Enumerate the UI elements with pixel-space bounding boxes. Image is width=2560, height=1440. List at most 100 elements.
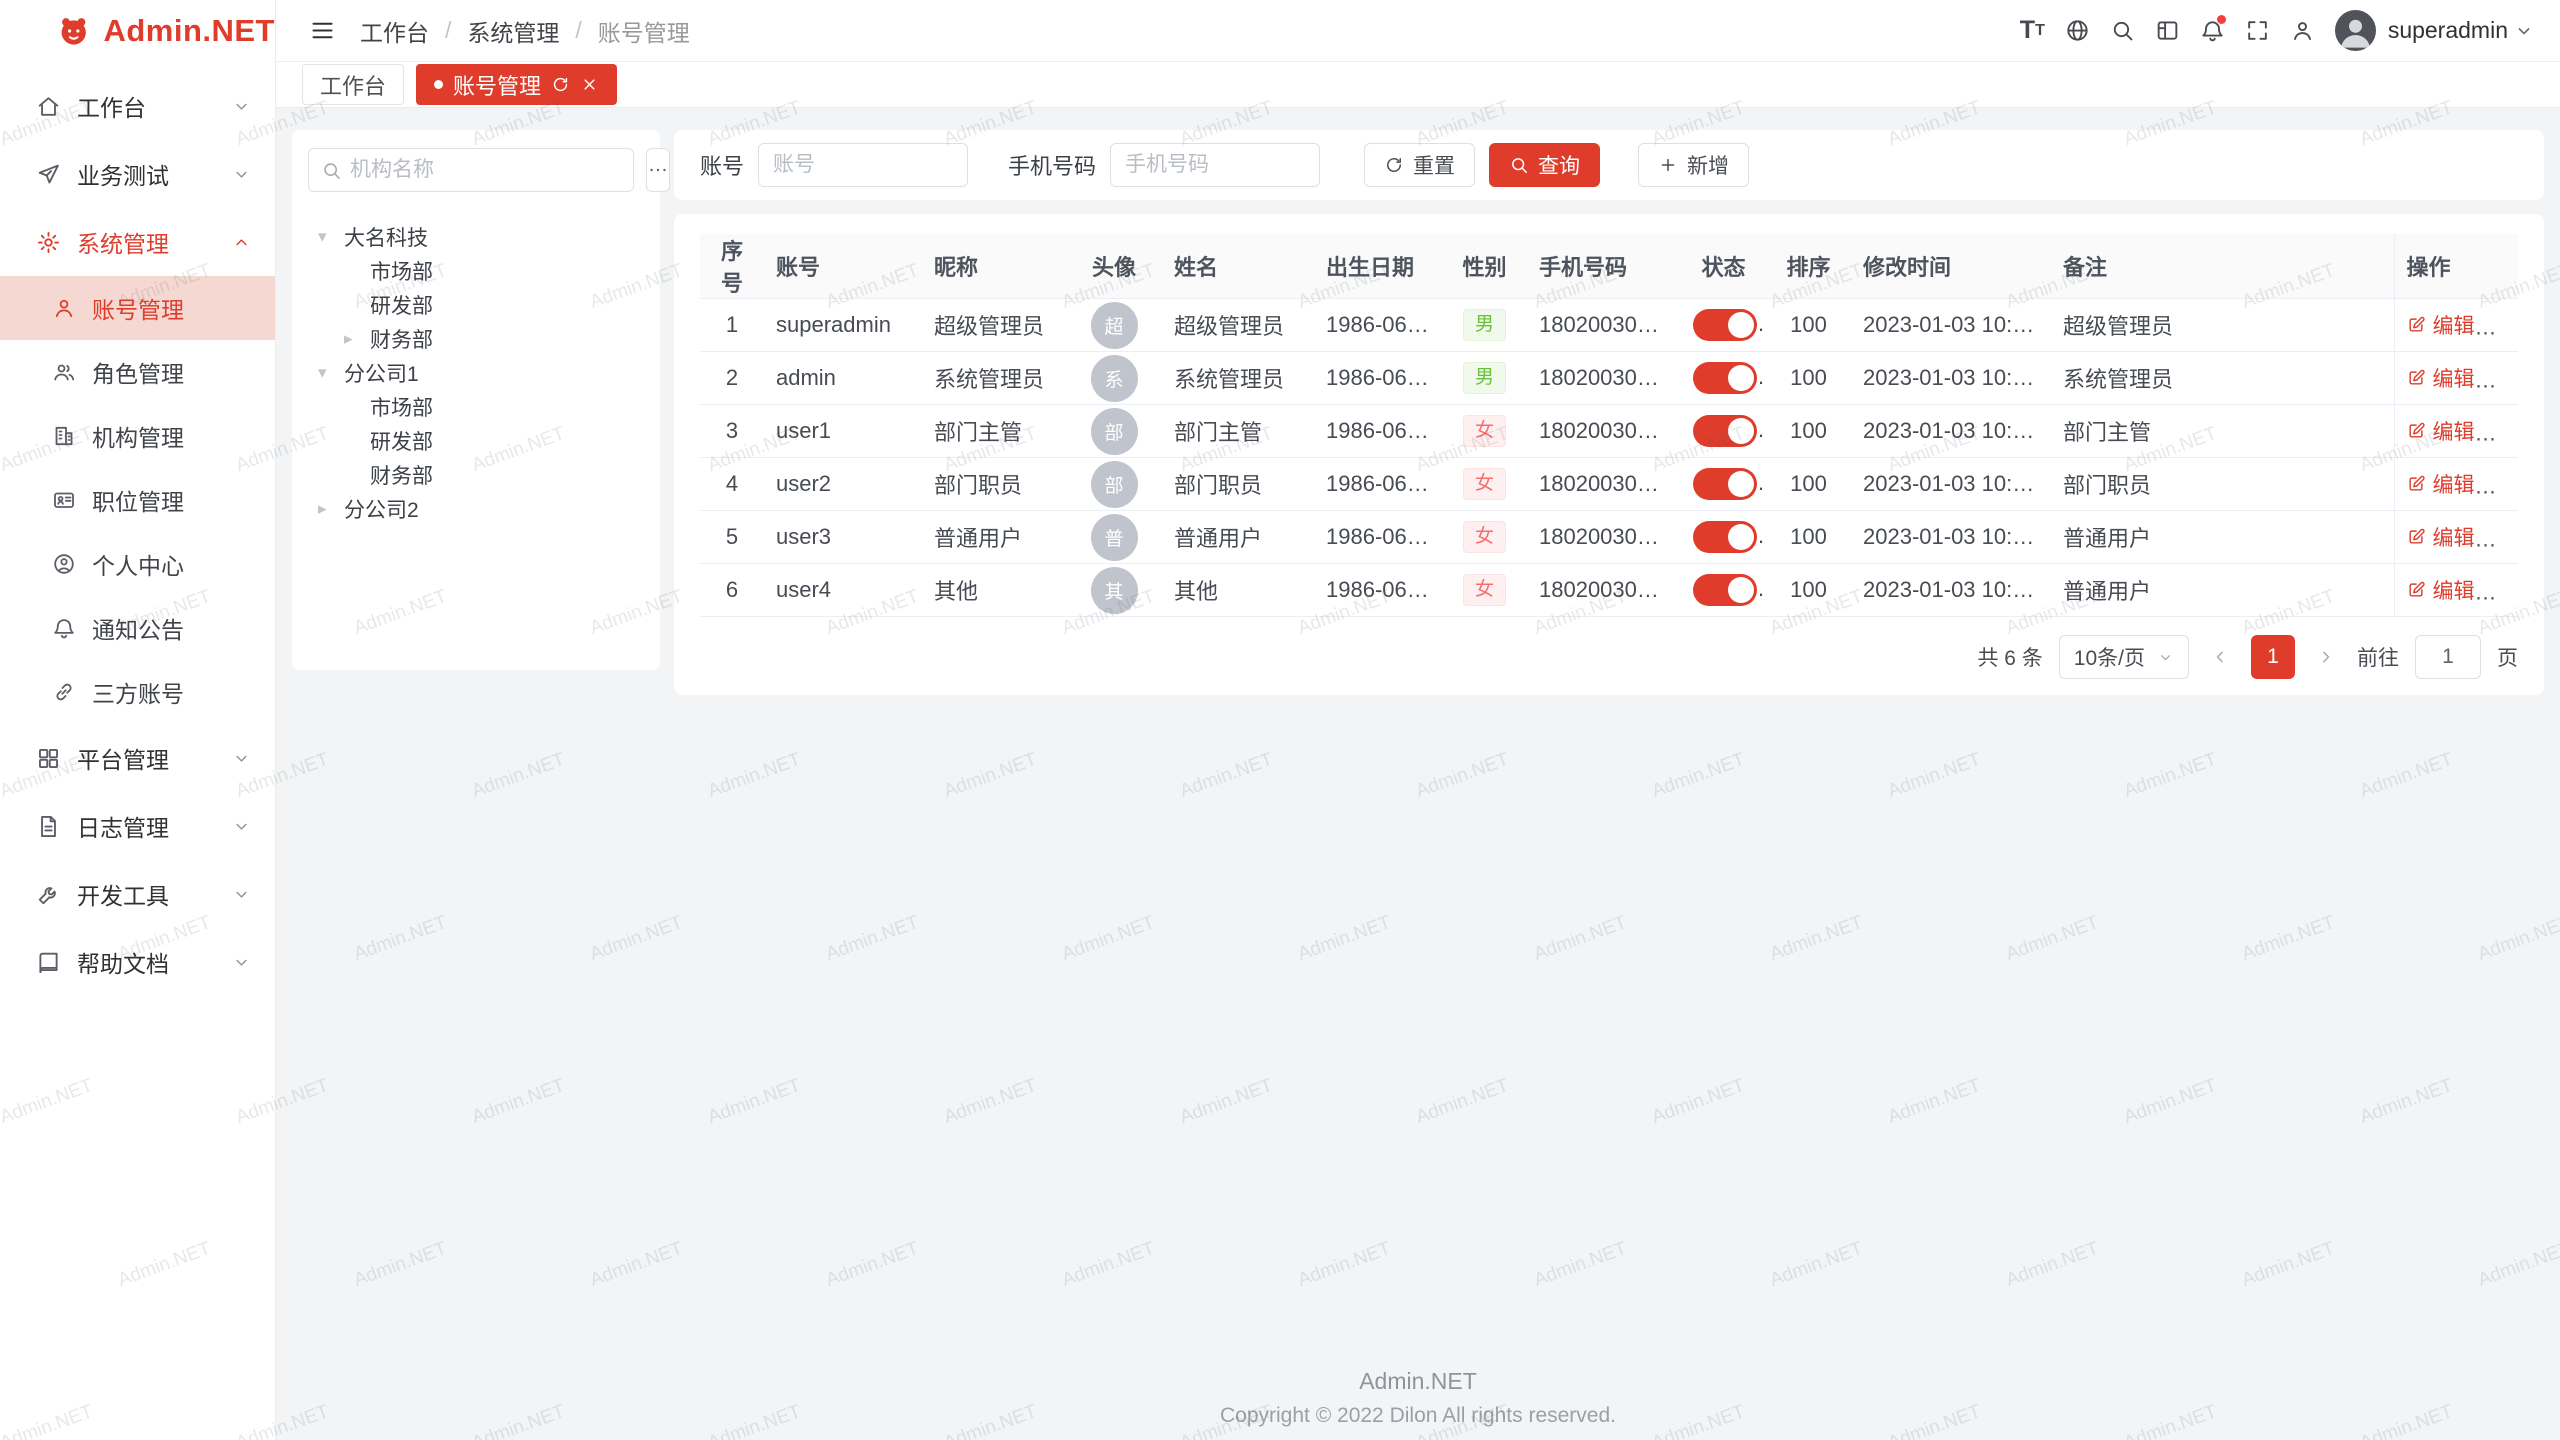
cell-modified: 2023-01-03 10:59:44: [1851, 458, 2051, 511]
submenu: 账号管理角色管理机构管理职位管理个人中心通知公告三方账号: [0, 276, 275, 724]
edit-button[interactable]: 编辑: [2407, 310, 2475, 340]
cell-name: 普通用户: [1162, 511, 1314, 564]
caret-right-icon[interactable]: ▸: [318, 499, 344, 519]
breadcrumb-separator: /: [575, 17, 581, 44]
edit-button[interactable]: 编辑: [2407, 416, 2475, 446]
edit-button[interactable]: 编辑: [2407, 522, 2475, 552]
refresh-icon[interactable]: [551, 75, 570, 94]
cell-name: 部门职员: [1162, 458, 1314, 511]
tree-node[interactable]: 市场部: [308, 390, 644, 424]
cell-actions: 编辑: [2394, 458, 2518, 511]
sidebar-item-personal-center[interactable]: 个人中心: [0, 532, 275, 596]
cell-account: user2: [764, 458, 922, 511]
edit-button[interactable]: 编辑: [2407, 363, 2475, 393]
sidebar-item-workbench[interactable]: 工作台: [0, 72, 275, 140]
status-toggle[interactable]: [1693, 309, 1757, 341]
sidebar-item-help-docs[interactable]: 帮助文档: [0, 928, 275, 996]
sidebar-item-org-mgmt[interactable]: 机构管理: [0, 404, 275, 468]
goto-page-input[interactable]: [2415, 635, 2481, 679]
chevron-down-icon: [232, 97, 251, 116]
current-page[interactable]: 1: [2251, 635, 2295, 679]
tree-node[interactable]: 市场部: [308, 254, 644, 288]
org-search-input[interactable]: [350, 158, 621, 182]
breadcrumb-item[interactable]: 工作台: [360, 14, 429, 48]
gender-badge: 女: [1463, 574, 1506, 607]
phone-input[interactable]: [1110, 143, 1320, 187]
row-avatar: 部: [1091, 461, 1138, 508]
phone-label: 手机号码: [1008, 149, 1096, 181]
breadcrumb-item[interactable]: 系统管理: [467, 14, 559, 48]
column-header: 排序: [1766, 234, 1851, 299]
cell-modified: 2023-01-03 10:59:44: [1851, 511, 2051, 564]
tree-node[interactable]: ▸分公司2: [308, 492, 644, 526]
cell-birthday: 1986-06-28: [1314, 352, 1442, 405]
sidebar-item-system-mgmt[interactable]: 系统管理: [0, 208, 275, 276]
page-size-select[interactable]: 10条/页: [2059, 635, 2189, 679]
sidebar-item-position-mgmt[interactable]: 职位管理: [0, 468, 275, 532]
tree-node[interactable]: ▸财务部: [308, 322, 644, 356]
cell-order: 100: [1766, 405, 1851, 458]
status-toggle[interactable]: [1693, 574, 1757, 606]
reset-button[interactable]: 重置: [1364, 143, 1475, 187]
tree-node[interactable]: ▾大名科技: [308, 220, 644, 254]
status-toggle[interactable]: [1693, 415, 1757, 447]
row-avatar: 其: [1091, 567, 1138, 614]
tree-node[interactable]: 财务部: [308, 458, 644, 492]
status-toggle[interactable]: [1693, 468, 1757, 500]
hamburger-icon[interactable]: [300, 9, 344, 53]
user-icon[interactable]: [2280, 8, 2325, 53]
tree-node[interactable]: 研发部: [308, 424, 644, 458]
close-icon[interactable]: [580, 75, 599, 94]
add-button[interactable]: 新增: [1638, 143, 1749, 187]
status-toggle[interactable]: [1693, 362, 1757, 394]
sidebar-item-notice[interactable]: 通知公告: [0, 596, 275, 660]
caret-down-icon[interactable]: ▾: [318, 363, 344, 383]
layout-icon[interactable]: [2145, 8, 2190, 53]
caret-right-icon[interactable]: ▸: [344, 329, 370, 349]
next-page-button[interactable]: [2311, 635, 2341, 679]
tab-account-mgmt[interactable]: 账号管理: [416, 64, 617, 105]
edit-button[interactable]: 编辑: [2407, 469, 2475, 499]
cell-remark: 普通用户: [2051, 511, 2394, 564]
account-icon: [52, 296, 76, 320]
sidebar-item-business-test[interactable]: 业务测试: [0, 140, 275, 208]
table-row: 5user3普通用户普普通用户1986-06-28女18020030720100…: [700, 511, 2518, 564]
chevron-down-icon[interactable]: [2514, 21, 2534, 41]
status-toggle[interactable]: [1693, 521, 1757, 553]
fullscreen-icon[interactable]: [2235, 8, 2280, 53]
cell-status: [1681, 405, 1766, 458]
cell-birthday: 1986-06-28: [1314, 458, 1442, 511]
search-icon[interactable]: [2100, 8, 2145, 53]
sidebar-item-platform-mgmt[interactable]: 平台管理: [0, 724, 275, 792]
sidebar-item-log-mgmt[interactable]: 日志管理: [0, 792, 275, 860]
sidebar-item-role-mgmt[interactable]: 角色管理: [0, 340, 275, 404]
tree-more-button[interactable]: [646, 148, 670, 192]
chevron-down-icon: [232, 885, 251, 904]
tree-node[interactable]: 研发部: [308, 288, 644, 322]
tab-active-dot: [434, 80, 443, 89]
avatar[interactable]: [2335, 10, 2376, 51]
account-input[interactable]: [758, 143, 968, 187]
sidebar-item-account-mgmt[interactable]: 账号管理: [0, 276, 275, 340]
globe-icon[interactable]: [2055, 8, 2100, 53]
edit-button[interactable]: 编辑: [2407, 575, 2475, 605]
bell-icon[interactable]: [2190, 8, 2235, 53]
username[interactable]: superadmin: [2388, 17, 2508, 44]
caret-down-icon[interactable]: ▾: [318, 227, 344, 247]
cell-name: 其他: [1162, 564, 1314, 617]
breadcrumb-item[interactable]: 账号管理: [598, 14, 690, 48]
cell-remark: 部门主管: [2051, 405, 2394, 458]
font-size-icon[interactable]: TT: [2010, 8, 2055, 53]
prev-page-button[interactable]: [2205, 635, 2235, 679]
home-icon: [36, 94, 61, 119]
notification-badge: [2217, 15, 2226, 24]
docs-icon: [36, 950, 61, 975]
tab-workbench[interactable]: 工作台: [302, 64, 404, 105]
pagination-total: 共 6 条: [1977, 642, 2042, 672]
cell-actions: 编辑: [2394, 299, 2518, 352]
search-button[interactable]: 查询: [1489, 143, 1600, 187]
sidebar-item-third-account[interactable]: 三方账号: [0, 660, 275, 724]
cell-phone: 18020030720: [1527, 458, 1681, 511]
tree-node[interactable]: ▾分公司1: [308, 356, 644, 390]
sidebar-item-dev-tools[interactable]: 开发工具: [0, 860, 275, 928]
